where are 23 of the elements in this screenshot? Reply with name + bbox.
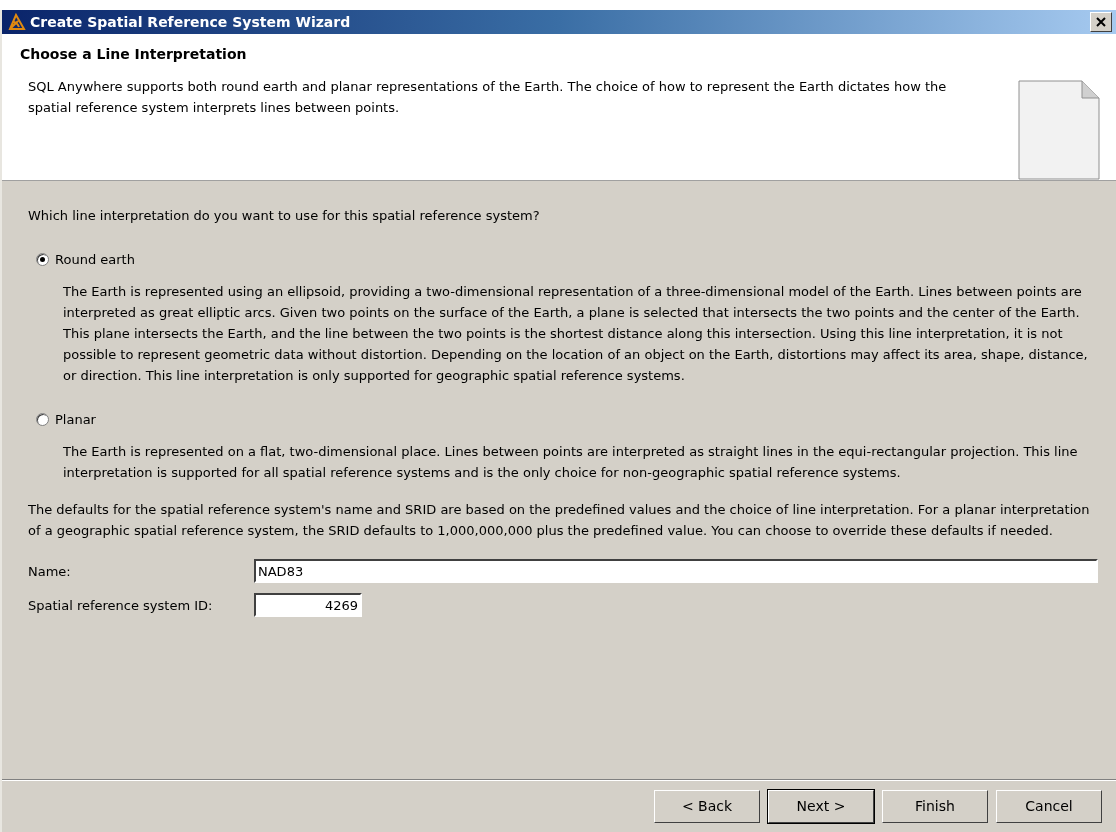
option-description: The Earth is represented using an ellipsoid, providing a two-dimensional representation of a three-dimensional model of the Earth. Lines between points are interpreted as great elliptic arcs. Given two points on the surface of the Earth, a plane is selected that intersects the two points and the center of the Earth. This plane intersects the Earth, and the line between the two points is the shortest distance along this intersection. Using this line interpretation, it is not possible to represent geometric data without distortion. Depending on the location of an object on the Earth, distortions may affect its area, shape, distance, or direction. This line interpretation is only supported for geographic spatial reference systems. (63, 283, 1089, 385)
wizard-button[interactable]: Next > (768, 789, 874, 823)
input-field[interactable]: NAD83 (254, 559, 1098, 583)
input-field[interactable]: 4269 (254, 593, 362, 617)
page-description: SQL Anywhere supports both round earth and planar representations of the Earth. The choice of how to represent the Earth dictates how the spatial reference system interprets lines between points. (28, 78, 948, 117)
option-description: The Earth is represented on a flat, two-dimensional place. Lines between points are interpreted as straight lines in the equi-rectangular projection. This line interpretation is supported for all spatial reference systems and is the only choice for non-geographic spatial reference systems. (63, 443, 1079, 482)
close-button[interactable] (1090, 12, 1112, 32)
defaults-note: The defaults for the spatial reference system's name and SRID are based on the predefined values and the choice of line interpretation. For a planar interpretation of a geographic spatial reference system, the SRID defaults to 1,000,000,000 plus the predefined value. You can choose to override these defaults if needed. (28, 501, 1091, 540)
field-label: Name: (28, 563, 72, 579)
wizard-button[interactable]: Cancel (996, 789, 1102, 823)
field-label: Spatial reference system ID: (28, 597, 214, 613)
compass-icon (8, 13, 26, 31)
page-title: Choose a Line Interpretation (20, 46, 248, 62)
wizard-button[interactable]: Finish (882, 789, 988, 823)
question-text: Which line interpretation do you want to use for this spatial reference system? (28, 207, 541, 225)
wizard-button[interactable]: < Back (654, 789, 760, 823)
document-icon (1018, 80, 1100, 180)
radio-button[interactable] (36, 413, 49, 426)
close-icon (1096, 17, 1106, 27)
option-label: Planar (55, 412, 96, 427)
radio-button[interactable] (36, 253, 49, 266)
window-title: Create Spatial Reference System Wizard (30, 14, 352, 30)
option-label: Round earth (55, 252, 135, 267)
